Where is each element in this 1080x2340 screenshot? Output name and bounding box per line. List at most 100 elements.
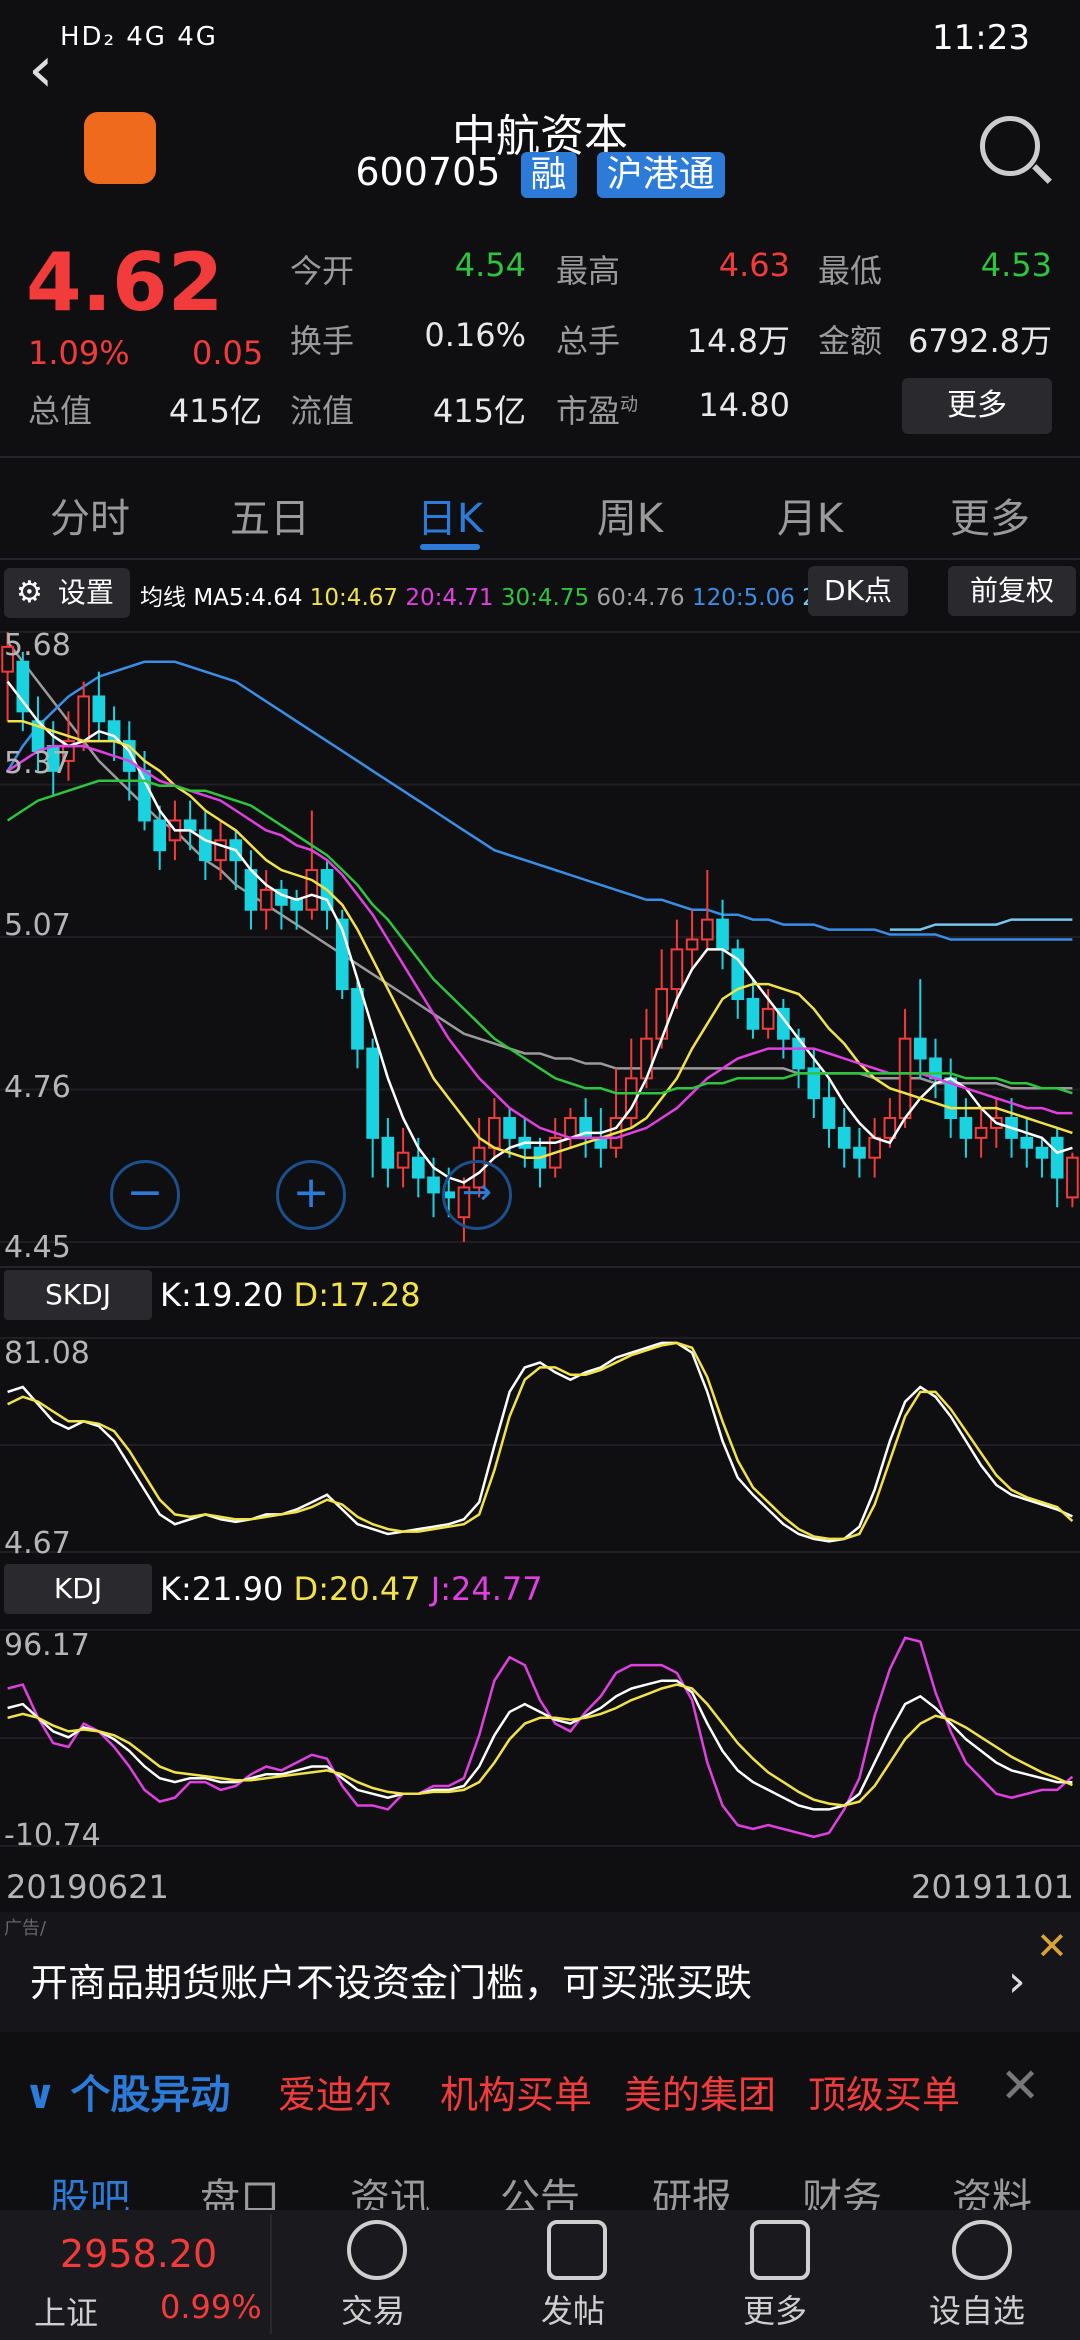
nav-add-watchlist[interactable]: 设自选 xyxy=(902,2286,1052,2332)
back-icon[interactable]: ‹ xyxy=(28,38,54,102)
chevron-right-icon[interactable]: › xyxy=(1008,1956,1026,2007)
tab-five-day[interactable]: 五日 xyxy=(200,486,340,544)
zoom-in-button[interactable]: + xyxy=(276,1160,346,1230)
nav-trade[interactable]: 交易 xyxy=(298,2286,448,2332)
y-tick-0: 5.68 xyxy=(4,628,71,663)
abnormal-item-2[interactable]: 美的集团 xyxy=(624,2064,776,2119)
status-bar: HD₂ 4G 4G 11:23 xyxy=(0,0,1080,80)
skdj-chart xyxy=(0,1337,1080,1553)
kdj-chart xyxy=(0,1629,1080,1847)
low-label: 最低 xyxy=(818,252,883,290)
candle xyxy=(183,819,197,832)
skdjChart-line-1 xyxy=(7,1341,1074,1541)
ma-legend: 均线 MA5:4.64 10:4.67 20:4.71 30:4.75 60:4… xyxy=(140,578,890,612)
ma-item-0: MA5:4.64 xyxy=(193,585,303,611)
total-value: 415亿 xyxy=(168,392,262,430)
ad-text[interactable]: 开商品期货账户不设资金门槛，可买涨买跌 xyxy=(30,1952,752,2007)
tab-more[interactable]: 更多 xyxy=(920,486,1060,544)
ma-item-3: 30:4.75 xyxy=(493,585,590,611)
candle xyxy=(305,869,319,911)
stock-code: 600705 xyxy=(355,150,501,194)
high-label: 最高 xyxy=(556,252,621,290)
abnormal-title[interactable]: ∨ 个股异动 xyxy=(24,2062,230,2120)
current-price: 4.62 xyxy=(26,236,224,329)
watchlist-icon[interactable] xyxy=(952,2220,1012,2280)
settings-button[interactable]: ⚙ 设置 xyxy=(4,568,130,618)
skdj-label[interactable]: SKDJ xyxy=(4,1270,152,1320)
candle xyxy=(853,1146,866,1159)
volume-value: 14.8万 xyxy=(686,322,790,360)
candle xyxy=(898,1037,912,1120)
candle xyxy=(381,1136,395,1169)
y-tick-1: 5.37 xyxy=(4,746,71,781)
candle xyxy=(929,1057,942,1080)
tab-intraday[interactable]: 分时 xyxy=(20,486,160,544)
date-end: 20191101 xyxy=(911,1868,1074,1906)
move-button[interactable]: → xyxy=(442,1160,512,1230)
float-value: 415亿 xyxy=(432,392,526,430)
open-label: 今开 xyxy=(290,252,355,290)
open-value: 4.54 xyxy=(454,246,526,284)
y-tick-3: 4.76 xyxy=(4,1070,71,1105)
price-adjust-button[interactable]: 前复权 xyxy=(948,566,1076,616)
candle xyxy=(640,1037,653,1080)
candle xyxy=(488,1117,501,1149)
kdj-ymin: -10.74 xyxy=(4,1818,101,1853)
ma-line-ma5 xyxy=(6,680,1073,1184)
total-value-label: 总值 xyxy=(28,392,93,430)
ma-line-ma250 xyxy=(889,918,1073,931)
skdj-ymin: 4.67 xyxy=(4,1526,71,1561)
kdj-label[interactable]: KDJ xyxy=(4,1564,152,1614)
search-icon[interactable] xyxy=(980,116,1040,176)
tab-daily-k[interactable]: 日K xyxy=(380,486,520,544)
index-value[interactable]: 2958.20 xyxy=(60,2232,217,2276)
skdj-k: K:19.20 xyxy=(160,1276,284,1314)
low-value: 4.53 xyxy=(980,246,1052,284)
post-icon[interactable] xyxy=(547,2220,607,2280)
candle xyxy=(153,819,167,852)
dk-point-button[interactable]: DK点 xyxy=(808,566,908,616)
candle xyxy=(1050,1136,1064,1179)
high-value: 4.63 xyxy=(718,246,790,284)
ad-close-icon[interactable]: ✕ xyxy=(1036,1924,1068,1968)
date-start: 20190621 xyxy=(6,1868,169,1906)
abnormal-item-3[interactable]: 顶级买单 xyxy=(808,2064,960,2119)
y-tick-2: 5.07 xyxy=(4,908,71,943)
candle xyxy=(396,1151,410,1169)
index-pct: 0.99% xyxy=(160,2288,262,2326)
kdj-ymax: 96.17 xyxy=(4,1628,90,1663)
candle xyxy=(913,1037,927,1060)
more-quote-button[interactable]: 更多 xyxy=(902,378,1052,434)
abnormal-item-1[interactable]: 机构买单 xyxy=(440,2064,592,2119)
candle xyxy=(837,1126,851,1149)
abnormal-close-icon[interactable]: ✕ xyxy=(1000,2058,1040,2114)
tab-monthly-k[interactable]: 月K xyxy=(740,486,880,544)
abnormal-item-0[interactable]: 爱迪尔 xyxy=(278,2064,392,2119)
skdjChart-line-0 xyxy=(7,1341,1073,1543)
candle xyxy=(685,938,699,951)
skdj-ymax: 81.08 xyxy=(4,1336,90,1371)
candle xyxy=(411,1156,425,1179)
grid-icon[interactable] xyxy=(750,2220,810,2280)
settings-label: 设置 xyxy=(57,576,114,609)
divider xyxy=(0,456,1080,458)
amount-label: 金额 xyxy=(818,322,883,360)
tab-weekly-k[interactable]: 周K xyxy=(560,486,700,544)
trade-icon[interactable] xyxy=(347,2220,407,2280)
ma-item-2: 20:4.71 xyxy=(398,585,494,611)
nav-more[interactable]: 更多 xyxy=(700,2286,850,2332)
nav-post[interactable]: 发帖 xyxy=(498,2286,648,2332)
skdj-d: D:17.28 xyxy=(293,1276,421,1314)
ma-prefix: 均线 xyxy=(140,585,186,611)
float-value-label: 流值 xyxy=(290,392,355,430)
kdjChart-line-2 xyxy=(7,1683,1073,1807)
ma-item-4: 60:4.76 xyxy=(589,585,685,611)
y-tick-4: 4.45 xyxy=(4,1230,71,1265)
candle xyxy=(92,695,106,723)
candle xyxy=(290,898,303,911)
ad-tag: 广告/ xyxy=(4,1918,47,1939)
zoom-out-button[interactable]: − xyxy=(110,1160,180,1230)
candle xyxy=(16,660,30,713)
pe-label: 市盈动 xyxy=(556,392,639,430)
candle xyxy=(199,829,212,862)
